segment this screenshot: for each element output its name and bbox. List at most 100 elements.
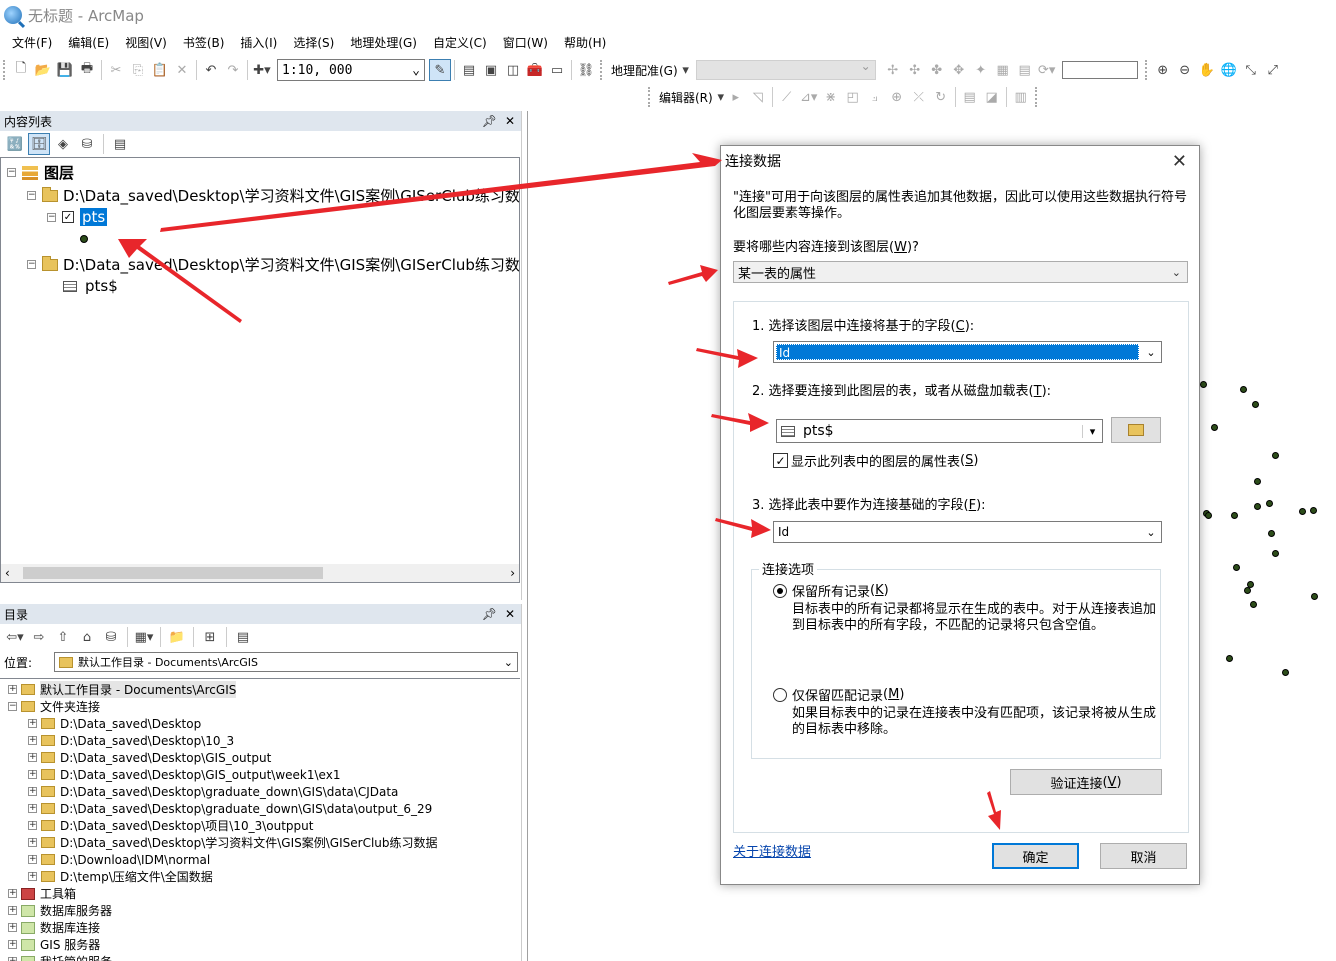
new-document-icon[interactable]: 🗋: [10, 59, 32, 81]
collapse-icon[interactable]: −: [47, 212, 56, 222]
editor-menu[interactable]: 编辑器(R): [655, 89, 717, 106]
show-layer-attrs-row[interactable]: ✓ 显示此列表中的图层的属性表(S): [773, 451, 978, 470]
expand-icon[interactable]: +: [28, 872, 37, 881]
expand-icon[interactable]: +: [8, 685, 17, 694]
expand-icon[interactable]: +: [28, 855, 37, 864]
map-point-feature[interactable]: [1310, 507, 1317, 514]
control-point-tool-icon[interactable]: ✣: [904, 59, 926, 81]
forward-arrow-icon[interactable]: ⇨: [28, 626, 50, 648]
toolbar-grip[interactable]: [648, 87, 652, 107]
toolbar-grip[interactable]: [600, 60, 604, 80]
split-tool-icon[interactable]: ⋇: [820, 86, 842, 108]
map-point-feature[interactable]: [1272, 550, 1279, 557]
menu-bookmarks[interactable]: 书签(B): [175, 33, 233, 53]
expand-icon[interactable]: +: [28, 736, 37, 745]
point-symbol-icon[interactable]: [80, 235, 88, 243]
scroll-right-icon[interactable]: ›: [510, 566, 515, 580]
layer-join-field-select[interactable]: Id ⌄: [773, 341, 1162, 363]
menu-file[interactable]: 文件(F): [0, 33, 60, 53]
list-by-selection-icon[interactable]: ⛁: [76, 133, 98, 155]
add-control-points-icon[interactable]: ✢: [882, 59, 904, 81]
collapse-icon[interactable]: −: [7, 168, 16, 177]
expand-icon[interactable]: +: [28, 770, 37, 779]
menu-window[interactable]: 窗口(W): [495, 33, 556, 53]
print-icon[interactable]: 🖶: [76, 59, 98, 81]
catalog-item[interactable]: − 文件夹连接: [8, 698, 100, 715]
pan-hand-icon[interactable]: ✋: [1196, 59, 1218, 81]
catalog-item[interactable]: + D:\Data_saved\Desktop\graduate_down\GIS…: [28, 800, 432, 817]
map-point-feature[interactable]: [1200, 381, 1207, 388]
home-icon[interactable]: ⌂: [76, 626, 98, 648]
default-gdb-icon[interactable]: ⛁: [100, 626, 122, 648]
layer-name-pts[interactable]: pts: [80, 208, 108, 226]
catalog-item[interactable]: + D:\Data_saved\Desktop\项目\10_3\outpput: [28, 817, 313, 834]
catalog-item[interactable]: + 默认工作目录 - Documents\ArcGIS: [8, 681, 237, 698]
map-point-feature[interactable]: [1254, 478, 1261, 485]
menu-geoprocessing[interactable]: 地理处理(G): [342, 33, 425, 53]
expand-icon[interactable]: +: [8, 940, 17, 949]
catalog-item[interactable]: + D:\Data_saved\Desktop: [28, 715, 201, 732]
catalog-window-icon[interactable]: ▣: [480, 59, 502, 81]
expand-icon[interactable]: +: [8, 889, 17, 898]
toolbar-grip[interactable]: [1034, 87, 1039, 107]
georef-input-box[interactable]: [1061, 61, 1138, 79]
source-folder-row[interactable]: − D:\Data_saved\Desktop\学习资料文件\GIS案例\GIS…: [27, 185, 519, 206]
join-type-select[interactable]: 某一表的属性 ⌄: [733, 261, 1188, 283]
link-table-icon[interactable]: ▦: [992, 59, 1014, 81]
map-scale-combo[interactable]: 1:10, 000 ⌄: [277, 59, 425, 81]
pin-icon[interactable]: 📌︎: [482, 114, 497, 128]
collapse-icon[interactable]: −: [27, 260, 36, 269]
fixed-zoom-out-icon[interactable]: ⤢: [1262, 59, 1284, 81]
scrollbar-thumb[interactable]: [23, 567, 323, 579]
catalog-item[interactable]: + 工具箱: [8, 885, 76, 902]
expand-icon[interactable]: +: [28, 719, 37, 728]
menu-selection[interactable]: 选择(S): [285, 33, 342, 53]
keep-matching-radio[interactable]: [773, 687, 787, 702]
browse-table-button[interactable]: [1111, 417, 1161, 443]
map-point-feature[interactable]: [1272, 452, 1279, 459]
map-point-feature[interactable]: [1205, 512, 1212, 519]
editor-toolbar-icon[interactable]: ✎: [429, 59, 451, 81]
map-point-feature[interactable]: [1282, 669, 1289, 676]
open-icon[interactable]: 📂: [32, 59, 54, 81]
menu-edit[interactable]: 编辑(E): [60, 33, 117, 53]
horizontal-scrollbar[interactable]: ‹ ›: [1, 564, 519, 582]
catalog-item[interactable]: + 我托管的服务: [8, 953, 112, 961]
location-combo[interactable]: 默认工作目录 - Documents\ArcGIS ⌄: [54, 652, 518, 672]
join-table-select[interactable]: pts$ ▾: [776, 419, 1103, 443]
zoom-out-icon[interactable]: ⊖: [1174, 59, 1196, 81]
layer-symbol-row[interactable]: [80, 235, 88, 243]
cancel-button[interactable]: 取消: [1100, 843, 1187, 869]
reshape-icon[interactable]: ⟓: [864, 86, 886, 108]
attributes-icon[interactable]: ▤: [959, 86, 981, 108]
about-joining-link[interactable]: 关于连接数据: [733, 841, 811, 860]
full-extent-globe-icon[interactable]: 🌐: [1218, 59, 1240, 81]
undo-icon[interactable]: ↶: [200, 59, 222, 81]
catalog-item[interactable]: + GIS 服务器: [8, 936, 100, 953]
show-layer-attrs-checkbox[interactable]: ✓: [773, 453, 788, 468]
scroll-left-icon[interactable]: ‹: [5, 566, 10, 580]
catalog-item[interactable]: + 数据库服务器: [8, 902, 112, 919]
expand-icon[interactable]: +: [8, 957, 17, 961]
catalog-item[interactable]: + D:\Download\IDM\normal: [28, 851, 210, 868]
create-features-icon[interactable]: ▥: [1010, 86, 1032, 108]
map-point-feature[interactable]: [1211, 424, 1218, 431]
catalog-item[interactable]: + D:\Data_saved\Desktop\学习资料文件\GIS案例\GISe…: [28, 834, 438, 851]
python-window-icon[interactable]: ▭: [546, 59, 568, 81]
ok-button[interactable]: 确定: [992, 843, 1079, 869]
collapse-icon[interactable]: −: [8, 702, 17, 711]
options-icon[interactable]: ▤: [109, 133, 131, 155]
map-point-feature[interactable]: [1299, 508, 1306, 515]
map-point-feature[interactable]: [1231, 512, 1238, 519]
toggle-contents-icon[interactable]: ⊞: [199, 626, 221, 648]
catalog-item[interactable]: + D:\Data_saved\Desktop\GIS_output\week1\…: [28, 766, 340, 783]
rotate-tool-icon[interactable]: ✤: [926, 59, 948, 81]
catalog-item[interactable]: + D:\Data_saved\Desktop\GIS_output: [28, 749, 271, 766]
save-icon[interactable]: 💾: [54, 59, 76, 81]
expand-icon[interactable]: +: [28, 787, 37, 796]
menu-view[interactable]: 视图(V): [117, 33, 175, 53]
menu-insert[interactable]: 插入(I): [232, 33, 285, 53]
viewer-icon[interactable]: ▤: [1014, 59, 1036, 81]
construction-tools-icon[interactable]: ⊿▾: [798, 86, 820, 108]
expand-icon[interactable]: +: [28, 753, 37, 762]
